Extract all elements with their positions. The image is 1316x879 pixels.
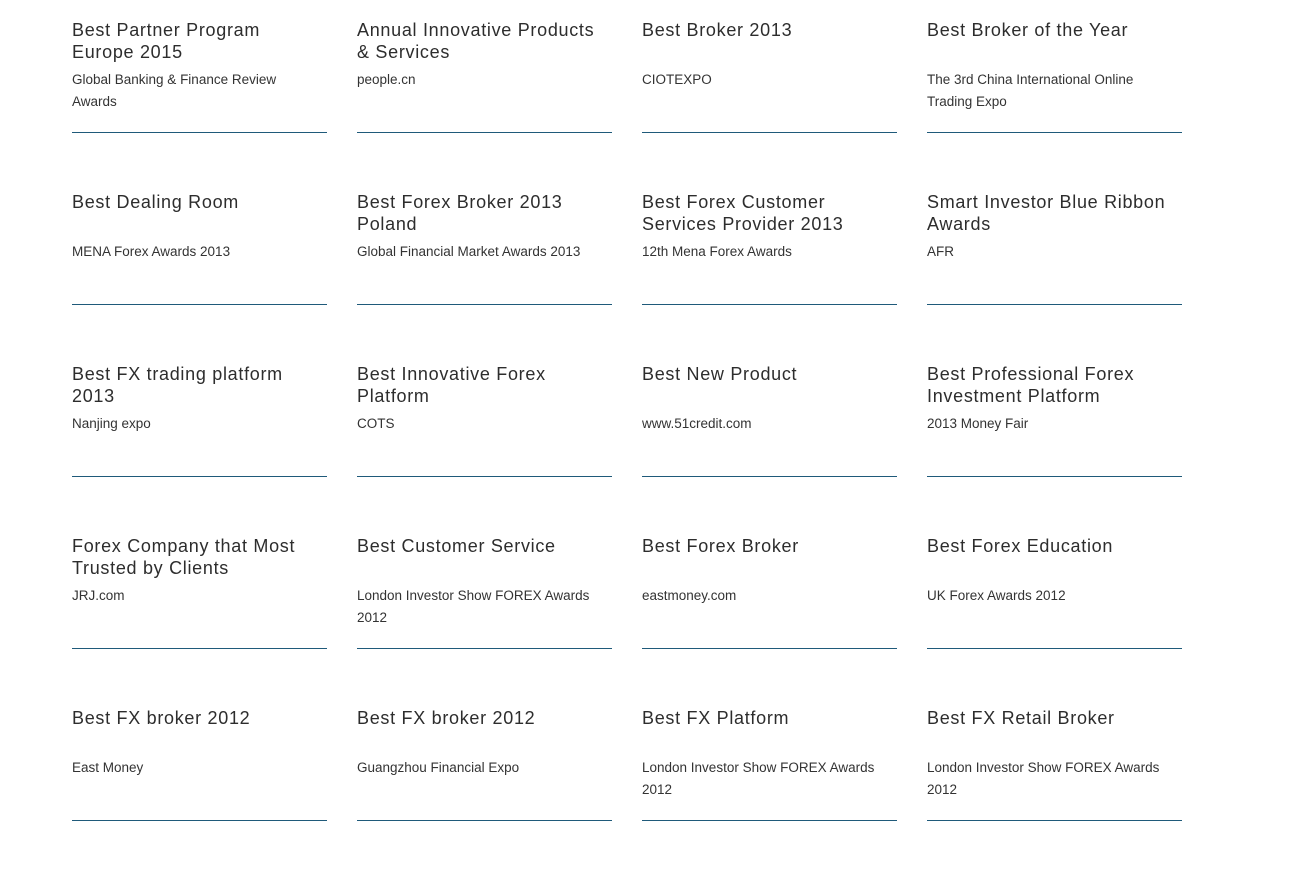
award-card: Best FX broker 2012 East Money [72,707,327,821]
award-card: Best Forex Customer Services Provider 20… [642,191,897,305]
award-title: Forex Company that Most Trusted by Clien… [72,536,296,578]
award-title: Best Professional Forex Investment Platf… [927,364,1135,406]
award-source: eastmoney.com [642,588,737,603]
award-card: Best Broker 2013 CIOTEXPO [642,19,897,133]
award-title: Best Forex Customer Services Provider 20… [642,192,844,234]
award-title: Best Innovative Forex Platform [357,364,546,406]
award-source: 12th Mena Forex Awards [642,244,792,259]
award-title: Best Forex Education [927,536,1114,556]
award-title: Best Broker 2013 [642,20,793,40]
award-title: Best Partner Program Europe 2015 [72,20,261,62]
award-card: Best Dealing Room MENA Forex Awards 2013 [72,191,327,305]
award-card: Best FX broker 2012 Guangzhou Financial E… [357,707,612,821]
award-title: Best Broker of the Year [927,20,1129,40]
award-title: Best New Product [642,364,798,384]
award-title: Best Forex Broker [642,536,799,556]
award-card: Best FX Retail Broker London Investor Sho… [927,707,1182,821]
award-card: Best New Product www.51credit.com [642,363,897,477]
award-card: Best Broker of the Year The 3rd China Int… [927,19,1182,133]
award-card: Annual Innovative Products & Services peo… [357,19,612,133]
award-title: Annual Innovative Products & Services [357,20,595,62]
award-card: Best Customer Service London Investor Sho… [357,535,612,649]
award-card: Smart Investor Blue Ribbon Awards AFR [927,191,1182,305]
award-card: Best Forex Broker 2013 Poland Global Fina… [357,191,612,305]
award-source: UK Forex Awards 2012 [927,588,1066,603]
award-title: Best Customer Service [357,536,556,556]
award-source: London Investor Show FOREX Awards 2012 [927,760,1160,797]
award-title: Best FX trading platform 2013 [72,364,283,406]
award-card: Best Partner Program Europe 2015 Global B… [72,19,327,133]
award-source: Guangzhou Financial Expo [357,760,520,775]
award-source: Nanjing expo [72,416,151,431]
awards-grid: Best Partner Program Europe 2015 Global B… [72,19,1182,879]
award-card: Forex Company that Most Trusted by Clien… [72,535,327,649]
award-source: Global Banking & Finance Review Awards [72,72,277,109]
award-source: East Money [72,760,144,775]
award-source: AFR [927,244,954,259]
award-title: Best FX Retail Broker [927,708,1115,728]
award-source: COTS [357,416,395,431]
award-source: www.51credit.com [642,416,752,431]
award-title: Best FX broker 2012 [72,708,251,728]
award-title: Best Forex Broker 2013 Poland [357,192,563,234]
award-source: CIOTEXPO [642,72,712,87]
award-title: Best Dealing Room [72,192,239,212]
award-title: Best FX broker 2012 [357,708,536,728]
award-card: Best Forex Education UK Forex Awards 2012 [927,535,1182,649]
award-source: 2013 Money Fair [927,416,1029,431]
award-card: Best FX trading platform 2013 Nanjing exp… [72,363,327,477]
award-source: JRJ.com [72,588,125,603]
award-source: Global Financial Market Awards 2013 [357,244,581,259]
award-title: Best FX Platform [642,708,790,728]
award-source: London Investor Show FOREX Awards 2012 [357,588,590,625]
award-card: Best Professional Forex Investment Platf… [927,363,1182,477]
award-source: The 3rd China International Online Tradi… [927,72,1134,109]
award-title: Smart Investor Blue Ribbon Awards [927,192,1166,234]
award-card: Best FX Platform London Investor Show FOR… [642,707,897,821]
award-card: Best Forex Broker eastmoney.com [642,535,897,649]
award-source: MENA Forex Awards 2013 [72,244,231,259]
award-source: London Investor Show FOREX Awards 2012 [642,760,875,797]
award-card: Best Innovative Forex Platform COTS [357,363,612,477]
award-source: people.cn [357,72,416,87]
